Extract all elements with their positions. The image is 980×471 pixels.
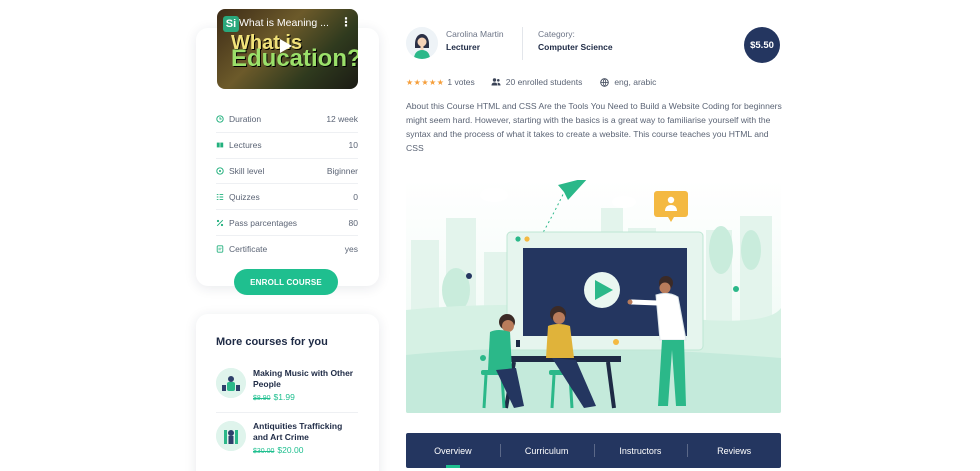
current-price: $1.99 bbox=[273, 392, 295, 402]
course-description: About this Course HTML and CSS Are the T… bbox=[406, 101, 782, 153]
current-price: $20.00 bbox=[277, 445, 304, 455]
info-row-certificate: Certificate yes bbox=[216, 236, 358, 262]
certificate-icon bbox=[216, 245, 224, 253]
more-icon[interactable]: ⋮ bbox=[340, 15, 352, 29]
enrolled-students: 20 enrolled students bbox=[505, 77, 583, 87]
price-badge: $5.50 bbox=[744, 27, 780, 63]
info-label: Pass parcentages bbox=[229, 217, 298, 228]
info-label: Quizzes bbox=[229, 191, 260, 202]
list-item[interactable]: Antiquities Trafficking and Art Crime $3… bbox=[216, 421, 358, 467]
info-row-skill-level: Skill level Biginner bbox=[216, 159, 358, 185]
course-meta-row: ★★★★★ 1 votes 20 enrolled students eng, … bbox=[406, 76, 656, 88]
info-row-duration: Duration 12 week bbox=[216, 107, 358, 133]
instructor-role: Lecturer bbox=[446, 42, 481, 52]
globe-icon bbox=[600, 77, 610, 87]
info-row-quizzes: Quizzes 0 bbox=[216, 184, 358, 211]
info-value: 0 bbox=[353, 191, 358, 202]
course-languages: eng, arabic bbox=[614, 77, 657, 87]
play-icon[interactable] bbox=[280, 39, 292, 53]
video-title[interactable]: What is Meaning ... bbox=[239, 17, 342, 29]
course-video-thumbnail[interactable]: Si What is Meaning ... ⋮ What is Educati… bbox=[217, 9, 358, 89]
video-caption-line-2: Education? bbox=[231, 45, 358, 72]
course-tabs: Overview Curriculum Instructors Reviews bbox=[406, 433, 781, 468]
gauge-icon bbox=[216, 167, 224, 175]
info-value: 10 bbox=[348, 140, 358, 151]
course-title-link[interactable]: Antiquities Trafficking and Art Crime bbox=[253, 421, 358, 442]
info-label: Certificate bbox=[229, 243, 268, 254]
course-price: $8.90 $1.99 bbox=[253, 392, 295, 402]
tab-curriculum[interactable]: Curriculum bbox=[499, 433, 594, 468]
course-title-link[interactable]: Making Music with Other People bbox=[253, 368, 358, 389]
course-hero-illustration bbox=[406, 180, 781, 413]
star-rating-icon: ★★★★★ bbox=[406, 77, 445, 87]
tab-overview[interactable]: Overview bbox=[406, 433, 500, 468]
old-price: $30.00 bbox=[253, 448, 275, 455]
users-icon bbox=[491, 78, 501, 86]
info-value: Biginner bbox=[326, 165, 358, 176]
category-value[interactable]: Computer Science bbox=[538, 42, 613, 52]
divider bbox=[216, 412, 358, 413]
list-icon bbox=[216, 193, 224, 200]
more-courses-title: More courses for you bbox=[216, 336, 328, 348]
old-price: $8.90 bbox=[253, 395, 271, 402]
tab-reviews[interactable]: Reviews bbox=[687, 433, 781, 468]
course-thumbnail[interactable] bbox=[216, 421, 246, 451]
course-price: $30.00 $20.00 bbox=[253, 445, 303, 455]
list-item[interactable]: Making Music with Other People $8.90 $1.9… bbox=[216, 368, 358, 414]
instructor-avatar[interactable] bbox=[406, 27, 438, 59]
course-thumbnail[interactable] bbox=[216, 368, 246, 398]
info-row-pass-percentage: Pass parcentages 80 bbox=[216, 210, 358, 236]
info-value: 12 week bbox=[326, 114, 358, 125]
channel-logo: Si bbox=[223, 16, 239, 32]
info-label: Lectures bbox=[229, 140, 262, 151]
info-value: yes bbox=[344, 243, 358, 254]
divider bbox=[522, 27, 523, 60]
instructor-name[interactable]: Carolina Martin bbox=[446, 29, 504, 39]
percent-icon bbox=[216, 219, 224, 226]
info-row-lectures: Lectures 10 bbox=[216, 133, 358, 159]
info-label: Skill level bbox=[229, 165, 265, 176]
book-icon bbox=[216, 142, 224, 148]
category-label: Category: bbox=[538, 29, 575, 39]
enroll-course-button[interactable]: ENROLL COURSE bbox=[234, 269, 338, 295]
info-label: Duration bbox=[229, 114, 262, 125]
info-value: 80 bbox=[348, 217, 358, 228]
tab-instructors[interactable]: Instructors bbox=[593, 433, 688, 468]
clock-icon bbox=[216, 115, 224, 124]
votes-count: 1 votes bbox=[447, 77, 475, 87]
course-info-list: Duration 12 week Lectures 10 Skill level… bbox=[216, 107, 358, 262]
